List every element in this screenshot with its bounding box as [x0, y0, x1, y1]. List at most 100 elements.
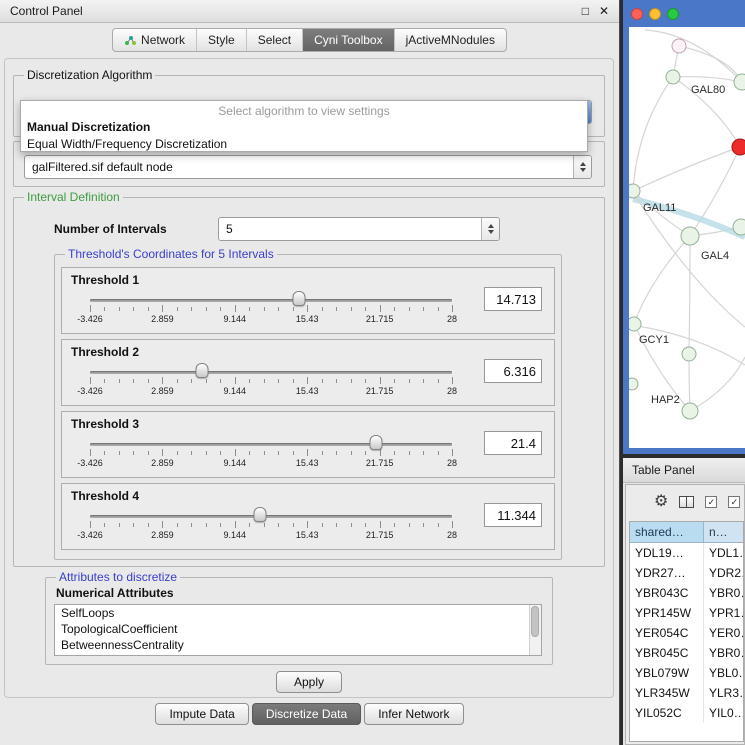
tick-mark [119, 379, 120, 383]
tick-mark [133, 451, 134, 455]
slider-track [90, 299, 452, 302]
scrollbar-thumb[interactable] [531, 606, 539, 637]
tab-select[interactable]: Select [246, 29, 302, 51]
traffic-light-close-icon[interactable] [631, 8, 643, 20]
threshold-value-field[interactable]: 21.4 [484, 431, 542, 455]
threshold-slider[interactable]: -3.4262.8599.14415.4321.71528 [90, 434, 452, 472]
table-row[interactable]: YBR043CYBR0… [630, 583, 743, 603]
slider-ticks [90, 305, 452, 313]
tick-mark [206, 451, 207, 455]
threshold-value-field[interactable]: 14.713 [484, 287, 542, 311]
table-row[interactable]: YDL19…YDL1… [630, 543, 743, 563]
threshold-slider[interactable]: -3.4262.8599.14415.4321.71528 [90, 506, 452, 544]
tab-impute-data[interactable]: Impute Data [155, 703, 248, 725]
column-header-name[interactable]: n… [704, 522, 743, 542]
column-header-shared-name[interactable]: shared… [630, 522, 704, 542]
tab-infer-network[interactable]: Infer Network [364, 703, 463, 725]
network-node[interactable] [681, 227, 699, 245]
select-all-columns-icon[interactable]: ✓ [705, 496, 717, 508]
network-node[interactable] [672, 39, 686, 53]
network-edge[interactable] [645, 30, 742, 82]
tab-style[interactable]: Style [196, 29, 246, 51]
table-data-combobox[interactable]: galFiltered.sif default node [24, 155, 592, 179]
network-edge[interactable] [633, 77, 673, 191]
tab-discretize-data[interactable]: Discretize Data [252, 703, 361, 725]
slider-thumb[interactable] [369, 435, 382, 450]
threshold-box: Threshold 2-3.4262.8599.14415.4321.71528… [61, 339, 555, 406]
scale-tick-label: 21.715 [366, 314, 394, 324]
tab-jactivemnodules[interactable]: jActiveMNodules [394, 29, 506, 51]
table-row[interactable]: YBL079WYBL0… [630, 663, 743, 683]
network-node[interactable] [682, 347, 696, 361]
network-edge[interactable] [633, 147, 740, 191]
threshold-slider[interactable]: -3.4262.8599.14415.4321.71528 [90, 362, 452, 400]
slider-thumb[interactable] [196, 363, 209, 378]
tick-mark [307, 521, 308, 528]
control-panel-tabs: Network Style Select Cyni Toolbox jActiv… [0, 23, 619, 57]
network-node[interactable] [629, 317, 641, 331]
tab-network[interactable]: Network [113, 29, 196, 51]
columns-icon[interactable] [679, 496, 694, 508]
scale-tick-label: 15.43 [296, 314, 319, 324]
scale-tick-label: -3.426 [77, 386, 103, 396]
scale-tick-label: 15.43 [296, 458, 319, 468]
network-node[interactable] [734, 74, 745, 90]
tick-mark [235, 377, 236, 384]
slider-thumb[interactable] [292, 291, 305, 306]
slider-track [90, 515, 452, 518]
network-node[interactable] [732, 139, 745, 155]
table-row[interactable]: YBR045CYBR0… [630, 643, 743, 663]
node-label: GAL4 [701, 250, 729, 262]
table-row[interactable]: YIL052CYIL0… [630, 703, 743, 723]
scale-tick-label: 9.144 [224, 386, 247, 396]
table-row[interactable]: YER054CYER0… [630, 623, 743, 643]
threshold-value-field[interactable]: 6.316 [484, 359, 542, 383]
gear-icon[interactable]: ⚙ [654, 494, 668, 510]
numerical-attributes-list[interactable]: SelfLoopsTopologicalCoefficientBetweenne… [54, 604, 542, 656]
threshold-slider[interactable]: -3.4262.8599.14415.4321.71528 [90, 290, 452, 328]
interval-definition-group: Interval Definition Number of Intervals … [13, 197, 605, 567]
attribute-list-item[interactable]: SelfLoops [55, 605, 541, 621]
show-columns-icon[interactable]: ✓ [728, 496, 740, 508]
tick-mark [438, 523, 439, 527]
algorithm-dropdown-popup: Select algorithm to view settings Manual… [20, 100, 588, 152]
table-row[interactable]: YDR27…YDR2… [630, 563, 743, 583]
numerical-attributes-label: Numerical Attributes [56, 586, 174, 600]
threshold-value-field[interactable]: 11.344 [484, 503, 542, 527]
traffic-light-zoom-icon[interactable] [667, 8, 679, 20]
network-edge[interactable] [634, 236, 690, 324]
network-node[interactable] [666, 70, 680, 84]
network-node[interactable] [629, 184, 640, 198]
attribute-list-item[interactable]: TopologicalCoefficient [55, 621, 541, 637]
network-canvas[interactable]: GAL80GAL11GAL4GCY1HAP2 [629, 27, 745, 448]
apply-button[interactable]: Apply [276, 671, 342, 693]
slider-track [90, 371, 452, 374]
list-scrollbar[interactable] [529, 605, 541, 655]
slider-thumb[interactable] [254, 507, 267, 522]
network-node[interactable] [629, 378, 638, 390]
float-window-icon[interactable]: □ [582, 4, 589, 18]
tick-mark [278, 451, 279, 455]
network-edge[interactable] [689, 236, 690, 354]
table-panel-body: ⚙ ✓ ✓ shared… n… YDL19…YDL1…YDR27…YDR2…Y… [625, 484, 745, 745]
number-of-intervals-combobox[interactable]: 5 [218, 217, 500, 241]
network-edge[interactable] [673, 77, 742, 82]
tab-cyni-toolbox[interactable]: Cyni Toolbox [302, 29, 393, 51]
table-row[interactable]: YPR145WYPR1… [630, 603, 743, 623]
popup-item-manual-discretization[interactable]: Manual Discretization [21, 119, 587, 136]
network-edge[interactable] [690, 357, 745, 411]
popup-hint-item[interactable]: Select algorithm to view settings [21, 101, 587, 119]
traffic-light-minimize-icon[interactable] [649, 8, 661, 20]
tick-mark [307, 377, 308, 384]
network-graph: GAL80GAL11GAL4GCY1HAP2 [629, 27, 745, 448]
network-edge[interactable] [689, 354, 690, 411]
network-node[interactable] [682, 403, 698, 419]
attribute-list-item[interactable]: BetweennessCentrality [55, 637, 541, 653]
tick-mark [380, 377, 381, 384]
network-node[interactable] [733, 219, 745, 235]
table-panel-titlebar: Table Panel [623, 458, 745, 483]
popup-item-equal-width-frequency[interactable]: Equal Width/Frequency Discretization [21, 136, 587, 153]
close-icon[interactable]: ✕ [599, 4, 609, 18]
table-row[interactable]: YLR345WYLR3… [630, 683, 743, 703]
threshold-box: Threshold 3-3.4262.8599.14415.4321.71528… [61, 411, 555, 478]
